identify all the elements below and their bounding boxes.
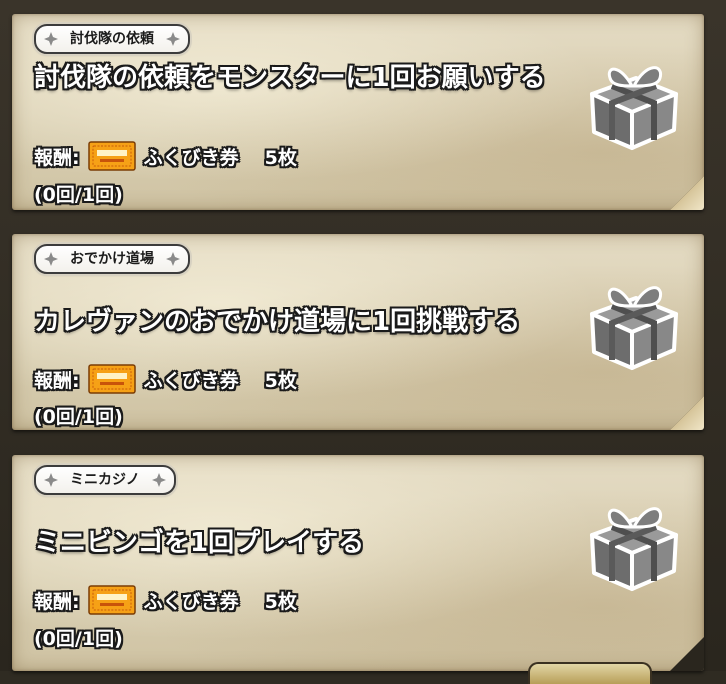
page-curl bbox=[670, 176, 704, 210]
reward-label: 報酬: bbox=[34, 146, 80, 169]
reward-count: 5枚 bbox=[264, 590, 297, 613]
quest-reward: 報酬: ふくびき券 5枚 bbox=[34, 364, 297, 394]
ticket-icon bbox=[87, 364, 136, 394]
quest-category-tag: 討伐隊の依頼 bbox=[34, 24, 190, 54]
reward-label: 報酬: bbox=[34, 369, 80, 392]
quest-title: ミニビンゴを1回プレイする bbox=[34, 528, 365, 558]
gift-box-icon bbox=[590, 507, 678, 591]
quest-card-3[interactable]: ミニカジノ ミニビンゴを1回プレイする 報酬: ふくびき券 5枚 (0回/1回) bbox=[12, 455, 704, 671]
ornament-icon bbox=[166, 252, 180, 266]
quest-progress: (0回/1回) bbox=[34, 184, 123, 206]
reward-count: 5枚 bbox=[264, 146, 297, 169]
ticket-icon bbox=[87, 585, 136, 615]
quest-category-label: 討伐隊の依頼 bbox=[70, 31, 154, 47]
gift-box-icon bbox=[590, 66, 678, 150]
ticket-icon bbox=[87, 141, 136, 171]
quest-reward: 報酬: ふくびき券 5枚 bbox=[34, 141, 297, 171]
reward-count: 5枚 bbox=[264, 369, 297, 392]
quest-progress: (0回/1回) bbox=[34, 628, 123, 650]
quest-card-2[interactable]: おでかけ道場 カレヴァンのおでかけ道場に1回挑戦する 報酬: ふくびき券 5枚 … bbox=[12, 234, 704, 430]
quest-list: 討伐隊の依頼 討伐隊の依頼をモンスターに1回お願いする 報酬: ふくびき券 5枚… bbox=[0, 0, 726, 684]
ornament-icon bbox=[166, 32, 180, 46]
quest-title: 討伐隊の依頼をモンスターに1回お願いする bbox=[34, 63, 546, 93]
quest-category-label: おでかけ道場 bbox=[70, 251, 154, 267]
bottom-button-edge[interactable] bbox=[528, 662, 652, 684]
quest-category-tag: おでかけ道場 bbox=[34, 244, 190, 274]
quest-category-label: ミニカジノ bbox=[70, 472, 140, 488]
gift-box-icon bbox=[590, 286, 678, 370]
quest-card-1[interactable]: 討伐隊の依頼 討伐隊の依頼をモンスターに1回お願いする 報酬: ふくびき券 5枚… bbox=[12, 14, 704, 210]
ornament-icon bbox=[44, 473, 58, 487]
reward-label: 報酬: bbox=[34, 590, 80, 613]
reward-name: ふくびき券 bbox=[143, 590, 239, 613]
reward-name: ふくびき券 bbox=[143, 146, 239, 169]
page-curl bbox=[670, 396, 704, 430]
ornament-icon bbox=[151, 473, 166, 487]
quest-category-tag: ミニカジノ bbox=[34, 465, 176, 495]
quest-progress: (0回/1回) bbox=[34, 406, 123, 428]
ornament-icon bbox=[44, 32, 58, 46]
quest-reward: 報酬: ふくびき券 5枚 bbox=[34, 585, 297, 615]
reward-name: ふくびき券 bbox=[143, 369, 239, 392]
ornament-icon bbox=[44, 252, 58, 266]
quest-title: カレヴァンのおでかけ道場に1回挑戦する bbox=[34, 307, 521, 337]
